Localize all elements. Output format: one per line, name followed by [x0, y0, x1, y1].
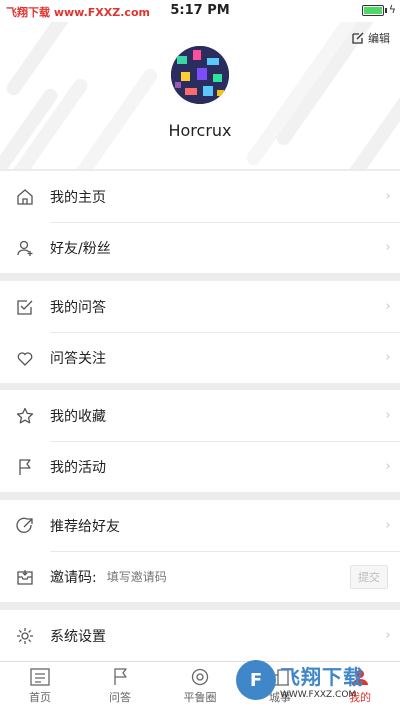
watermark-url: WWW.FXXZ.COM	[280, 689, 357, 700]
menu-item-friends-fans[interactable]: 好友/粉丝 ›	[0, 222, 400, 273]
checkbox-icon	[0, 297, 50, 317]
tab-label: 问答	[109, 690, 131, 704]
menu-group-share: 推荐给好友 › 邀请码: 提交	[0, 500, 400, 602]
menu-label: 我的活动	[50, 459, 106, 476]
invite-code-input[interactable]	[106, 569, 350, 584]
flag-icon	[0, 457, 50, 477]
chevron-right-icon: ›	[385, 459, 391, 474]
tab-label: 平鲁圈	[183, 690, 217, 704]
watermark-logo-icon: F	[236, 660, 276, 700]
menu-label: 问答关注	[50, 350, 106, 367]
profile-header: 编辑 Horcrux	[0, 22, 400, 169]
invite-code-label: 邀请码:	[50, 569, 97, 586]
menu-group-profile: 我的主页 › 好友/粉丝 ›	[0, 171, 400, 273]
gear-icon	[0, 626, 50, 646]
menu-group-settings: 系统设置 ›	[0, 610, 400, 661]
menu-group-collection: 我的收藏 › 我的活动 ›	[0, 390, 400, 492]
menu-item-recommend[interactable]: 推荐给好友 ›	[0, 500, 400, 551]
chevron-right-icon: ›	[385, 350, 391, 365]
add-user-icon	[0, 238, 50, 258]
share-icon	[0, 516, 50, 536]
tab-qa[interactable]: 问答	[80, 662, 160, 710]
menu-item-settings[interactable]: 系统设置 ›	[0, 610, 400, 661]
edit-label: 编辑	[368, 32, 390, 45]
decor-stripe	[3, 22, 131, 98]
menu-item-my-favorites[interactable]: 我的收藏 ›	[0, 390, 400, 441]
home-icon	[0, 187, 50, 207]
watermark-logo: F 飞翔下载 WWW.FXXZ.COM	[236, 658, 396, 702]
chevron-right-icon: ›	[385, 408, 391, 423]
menu-item-invite-code: 邀请码: 提交	[0, 551, 400, 602]
menu-item-my-activities[interactable]: 我的活动 ›	[0, 441, 400, 492]
tab-community[interactable]: 平鲁圈	[160, 662, 240, 710]
status-bar: 飞翔下载 www.FXXZ.com 5:17 PM ϟ	[0, 0, 400, 22]
inbox-icon	[0, 567, 50, 587]
menu-label: 系统设置	[50, 628, 106, 645]
news-icon	[30, 667, 50, 686]
charging-icon: ϟ	[388, 3, 396, 16]
clock: 5:17 PM	[170, 3, 230, 18]
menu-group-qa: 我的问答 › 问答关注 ›	[0, 281, 400, 383]
edit-icon	[352, 32, 364, 44]
chevron-right-icon: ›	[385, 240, 391, 255]
menu-label: 好友/粉丝	[50, 240, 111, 257]
menu-item-my-homepage[interactable]: 我的主页 ›	[0, 171, 400, 222]
heart-icon	[0, 348, 50, 368]
menu-item-qa-follow[interactable]: 问答关注 ›	[0, 332, 400, 383]
chevron-right-icon: ›	[385, 299, 391, 314]
tab-home[interactable]: 首页	[0, 662, 80, 710]
username: Horcrux	[168, 121, 232, 140]
battery-icon	[362, 5, 384, 16]
edit-button[interactable]: 编辑	[351, 30, 390, 46]
tab-label: 首页	[29, 690, 51, 704]
star-icon	[0, 406, 50, 426]
menu-item-my-qa[interactable]: 我的问答 ›	[0, 281, 400, 332]
flag-icon	[114, 667, 127, 685]
watermark-name: 飞翔下载	[280, 664, 364, 689]
invite-submit-button[interactable]: 提交	[350, 564, 388, 589]
chevron-right-icon: ›	[385, 189, 391, 204]
menu-label: 我的问答	[50, 299, 106, 316]
menu-label: 推荐给好友	[50, 518, 120, 535]
circle-target-icon	[191, 668, 209, 685]
avatar[interactable]	[171, 46, 229, 104]
menu-label: 我的收藏	[50, 408, 106, 425]
chevron-right-icon: ›	[385, 518, 391, 533]
chevron-right-icon: ›	[385, 628, 391, 643]
menu-label: 我的主页	[50, 189, 106, 206]
